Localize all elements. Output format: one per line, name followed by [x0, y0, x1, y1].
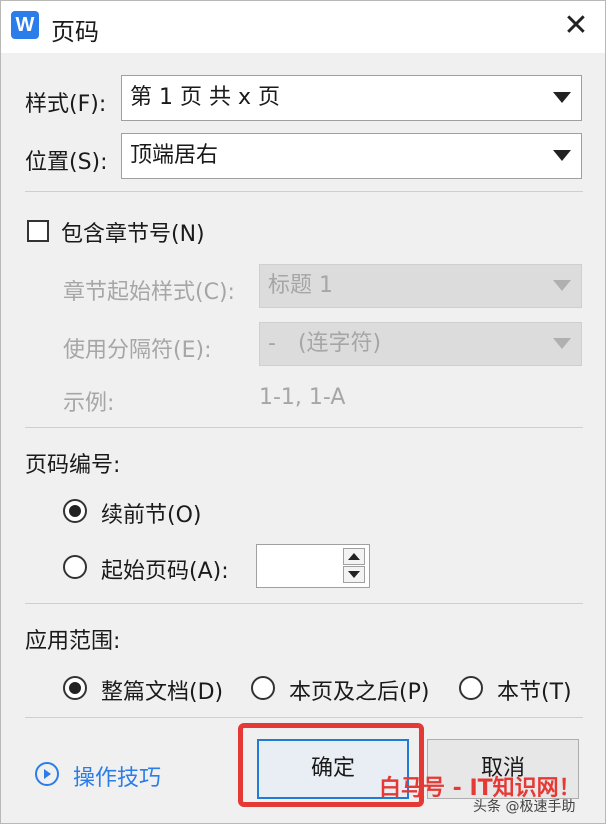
- continue-previous-label: 续前节(O): [101, 503, 202, 528]
- chevron-down-icon: [553, 280, 571, 291]
- example-value: 1-1, 1-A: [259, 385, 346, 410]
- scope-this-section-radio[interactable]: [459, 676, 483, 700]
- divider: [25, 191, 583, 192]
- include-chapter-label: 包含章节号(N): [61, 222, 205, 247]
- position-label: 位置(S):: [25, 150, 108, 175]
- chevron-down-icon: [553, 92, 571, 103]
- separator-label: 使用分隔符(E):: [63, 338, 212, 363]
- dialog-title: 页码: [51, 18, 99, 46]
- example-label: 示例:: [63, 391, 115, 416]
- stepper-down-icon[interactable]: [343, 566, 365, 583]
- close-button[interactable]: ✕: [561, 11, 591, 41]
- separator-value: - (连字符): [268, 331, 382, 356]
- continue-previous-radio[interactable]: [63, 499, 87, 523]
- separator-select[interactable]: - (连字符): [259, 322, 582, 366]
- position-select[interactable]: 顶端居右: [121, 133, 582, 179]
- watermark-source: 头条 @极速手助: [473, 799, 576, 815]
- title-bar: W 页码 ✕: [1, 1, 605, 53]
- scope-whole-document-label: 整篇文档(D): [101, 680, 224, 705]
- operation-tips-link[interactable]: 操作技巧: [73, 760, 161, 792]
- chapter-start-style-select[interactable]: 标题 1: [259, 264, 582, 308]
- style-select-value: 第 1 页 共 x 页: [130, 85, 280, 110]
- numbering-heading: 页码编号:: [25, 453, 121, 478]
- chevron-down-icon: [553, 150, 571, 161]
- scope-heading: 应用范围:: [25, 629, 121, 654]
- divider: [25, 717, 583, 718]
- style-label: 样式(F):: [25, 92, 107, 117]
- chapter-start-style-value: 标题 1: [268, 273, 333, 298]
- play-circle-icon[interactable]: [35, 762, 59, 786]
- page-number-dialog: W 页码 ✕ 样式(F): 第 1 页 共 x 页 位置(S): 顶端居右 包含…: [0, 0, 606, 824]
- stepper-up-icon[interactable]: [343, 548, 365, 565]
- include-chapter-checkbox[interactable]: [27, 220, 49, 242]
- scope-this-page-onward-radio[interactable]: [251, 676, 275, 700]
- divider: [25, 427, 583, 428]
- scope-whole-document-radio[interactable]: [63, 676, 87, 700]
- position-select-value: 顶端居右: [130, 143, 219, 168]
- style-select[interactable]: 第 1 页 共 x 页: [121, 75, 582, 121]
- divider: [25, 603, 583, 604]
- scope-this-section-label: 本节(T): [497, 680, 572, 705]
- wps-writer-icon: W: [11, 11, 39, 39]
- start-page-stepper[interactable]: [256, 544, 370, 588]
- chevron-down-icon: [553, 338, 571, 349]
- scope-this-page-onward-label: 本页及之后(P): [289, 680, 430, 705]
- chapter-start-style-label: 章节起始样式(C):: [63, 280, 235, 305]
- start-page-radio[interactable]: [63, 555, 87, 579]
- start-page-label: 起始页码(A):: [101, 559, 229, 584]
